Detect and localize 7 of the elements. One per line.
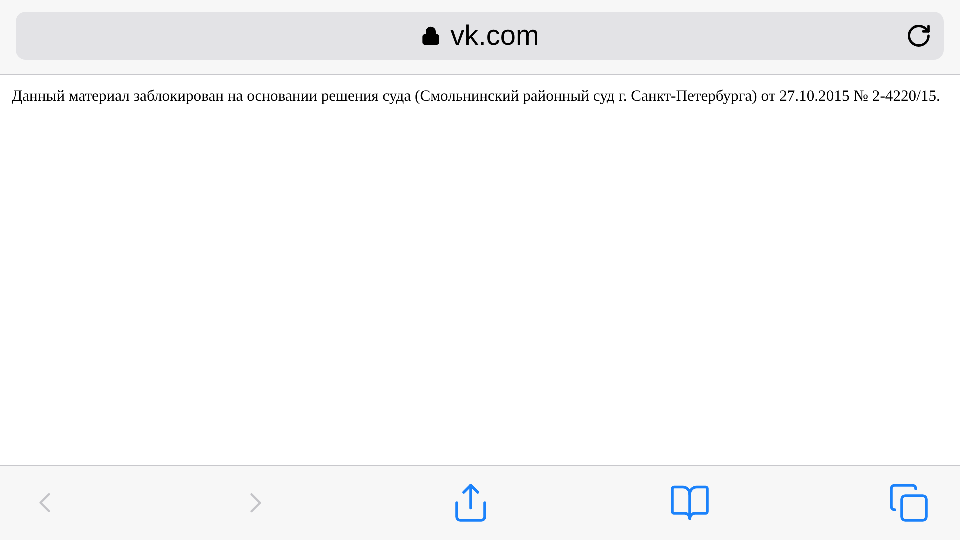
blocked-message: Данный материал заблокирован на основании решения суда (Смольнинский районный суд г. Санкт-Петербурга) от 27.10.2015 № 2-4220/15. [12, 88, 942, 106]
reload-icon [906, 23, 932, 49]
reload-button[interactable] [906, 23, 932, 49]
tabs-icon [888, 482, 930, 524]
url-text: vk.com [450, 20, 540, 52]
address-field[interactable]: vk.com [16, 12, 944, 60]
tabs-button[interactable] [888, 482, 930, 524]
